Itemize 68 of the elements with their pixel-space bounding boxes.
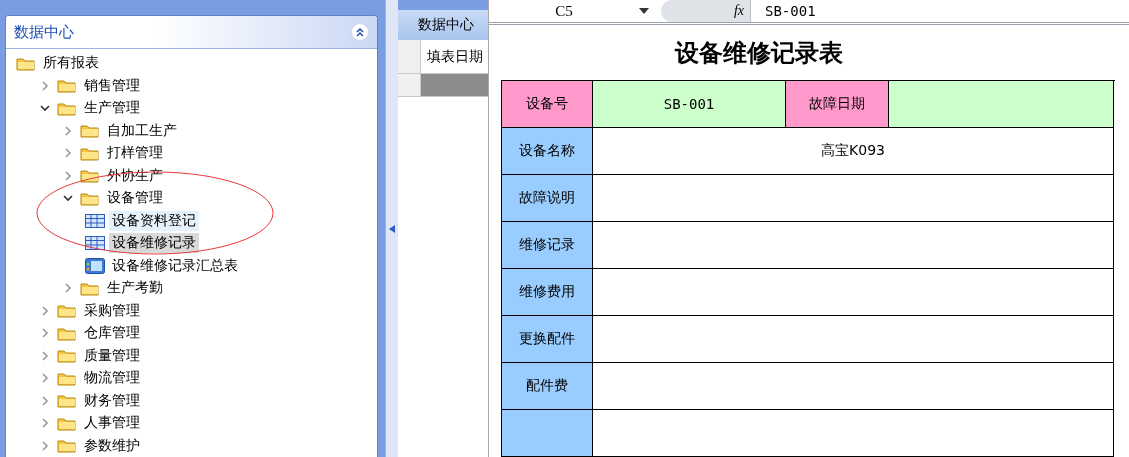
tree-item[interactable]: 设备资料登记 [109,210,199,231]
expand-caret-icon[interactable] [39,394,51,407]
folder-icon [57,348,77,364]
label-cell: 维修费用 [502,269,593,316]
grid-cell [421,74,488,96]
table-icon [85,236,105,251]
tree-item[interactable]: 设备维修记录 [109,233,199,254]
folder-icon [57,438,77,454]
value-cell: 高宝K093 [593,128,1114,175]
formula-button[interactable]: fx [661,0,751,22]
folder-icon [57,393,77,409]
label-cell: 故障说明 [502,175,593,222]
expand-caret-icon[interactable] [62,282,74,295]
label-cell: 设备名称 [502,128,593,175]
expand-caret-icon[interactable] [62,124,74,137]
folder-icon [80,168,100,184]
folder-icon [57,100,77,116]
label-cell: 更换配件 [502,316,593,363]
expand-caret-icon[interactable] [39,439,51,452]
label-cell: 配件费 [502,363,593,410]
tree-item[interactable]: 人事管理 [81,413,143,434]
tree-item[interactable]: 物流管理 [81,368,143,389]
splitter-arrow-icon[interactable] [389,224,395,233]
expand-caret-icon[interactable] [62,147,74,160]
double-chevron-up-icon [355,27,365,37]
tree-item[interactable]: 打样管理 [104,143,166,164]
tree-item[interactable]: 仓库管理 [81,323,143,344]
collapse-button[interactable] [351,23,369,41]
folder-icon [57,415,77,431]
tree-item[interactable]: 质量管理 [81,345,143,366]
name-box[interactable]: C5 [489,2,639,20]
formula-field[interactable]: SB-001 [751,3,816,19]
tree-item[interactable]: 自加工生产 [104,120,180,141]
dropdown-caret-icon[interactable] [639,8,649,14]
tab[interactable]: 数据中心 [398,10,488,40]
tree-item[interactable]: 所有报表 [40,53,102,74]
folder-icon [80,145,100,161]
expand-caret-icon[interactable] [39,417,51,430]
expand-caret-icon[interactable] [39,327,51,340]
label-cell: 维修记录 [502,222,593,269]
label-cell: 故障日期 [786,81,889,128]
folder-icon [57,78,77,94]
folder-icon [16,55,36,71]
expand-caret-icon[interactable] [62,169,74,182]
folder-icon [80,280,100,296]
folder-icon [57,325,77,341]
value-cell: SB-001 [593,81,786,128]
expand-caret-icon[interactable] [39,349,51,362]
tree-item[interactable]: 生产考勤 [104,278,166,299]
tree-item[interactable]: 销售管理 [81,75,143,96]
panel-title: 数据中心 [14,22,74,42]
expand-caret-icon[interactable] [39,304,51,317]
label-cell: 设备号 [502,81,593,128]
tree-item[interactable]: 采购管理 [81,300,143,321]
report-icon [85,257,105,274]
expand-caret-icon[interactable] [39,79,51,92]
tree-item[interactable]: 设备管理 [104,188,166,209]
expand-caret-icon[interactable] [39,372,51,385]
folder-icon [57,303,77,319]
folder-icon [80,190,100,206]
tree-item[interactable]: 财务管理 [81,390,143,411]
table-icon [85,213,105,228]
folder-icon [80,123,100,139]
tree-item[interactable]: 设备维修记录汇总表 [109,255,241,276]
sheet-title: 设备维修记录表 [675,36,843,69]
tree-item[interactable]: 参数维护 [81,435,143,456]
tree-item[interactable]: 生产管理 [81,98,143,119]
folder-icon [57,370,77,386]
